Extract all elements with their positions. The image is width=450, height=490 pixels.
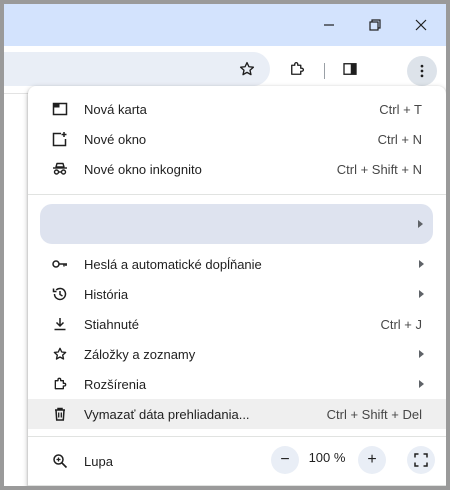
clear-data-label: Vymazať dáta prehliadania... xyxy=(84,406,250,422)
downloads-shortcut: Ctrl + J xyxy=(380,316,422,332)
main-menu-button[interactable] xyxy=(407,56,437,86)
menu-item-downloads[interactable]: Stiahnuté Ctrl + J xyxy=(28,309,446,339)
incognito-icon xyxy=(50,159,70,179)
menu-separator xyxy=(28,485,446,486)
chevron-right-icon xyxy=(419,260,424,268)
menu-item-clear-data[interactable]: Vymazať dáta prehliadania... Ctrl + Shif… xyxy=(28,399,446,429)
side-panel-icon xyxy=(343,63,357,75)
close-icon xyxy=(415,19,427,31)
chevron-right-icon xyxy=(419,380,424,388)
menu-item-passwords[interactable]: Heslá a automatické dopĺňanie xyxy=(28,249,446,279)
new-tab-label: Nová karta xyxy=(84,101,147,117)
minimize-button[interactable] xyxy=(306,4,352,46)
chevron-right-icon xyxy=(419,290,424,298)
bookmarks-label: Záložky a zoznamy xyxy=(84,346,196,362)
history-icon xyxy=(50,284,70,304)
restore-button[interactable] xyxy=(352,4,398,46)
fullscreen-button[interactable] xyxy=(407,446,435,474)
zoom-out-button[interactable]: − xyxy=(271,446,299,474)
passwords-label: Heslá a automatické dopĺňanie xyxy=(84,256,262,272)
restore-icon xyxy=(369,19,381,31)
key-icon xyxy=(50,254,70,274)
new-window-label: Nové okno xyxy=(84,131,147,147)
title-bar xyxy=(4,4,446,46)
minimize-icon xyxy=(324,24,334,26)
zoom-icon xyxy=(50,451,70,471)
zoom-level: 100 % xyxy=(308,450,346,465)
zoom-in-button[interactable]: + xyxy=(358,446,386,474)
profile-button[interactable] xyxy=(40,204,433,244)
new-window-shortcut: Ctrl + N xyxy=(377,131,422,147)
menu-separator xyxy=(28,194,446,195)
close-window-button[interactable] xyxy=(398,4,444,46)
three-dots-icon xyxy=(420,64,424,78)
menu-item-new-window[interactable]: Nové okno Ctrl + N xyxy=(28,124,446,154)
new-tab-shortcut: Ctrl + T xyxy=(379,101,422,117)
new-window-icon xyxy=(50,129,70,149)
history-label: História xyxy=(84,286,129,302)
chevron-right-icon xyxy=(419,350,424,358)
menu-separator xyxy=(28,436,446,437)
menu-item-incognito[interactable]: Nové okno inkognito Ctrl + Shift + N xyxy=(28,154,446,184)
incognito-label: Nové okno inkognito xyxy=(84,161,202,177)
plus-icon: + xyxy=(367,451,377,468)
trash-icon xyxy=(50,404,70,424)
new-tab-icon xyxy=(50,99,70,119)
chevron-right-icon xyxy=(418,220,423,228)
download-icon xyxy=(50,314,70,334)
clear-data-shortcut: Ctrl + Shift + Del xyxy=(326,406,422,422)
zoom-label: Lupa xyxy=(84,453,113,469)
puzzle-icon xyxy=(291,62,304,75)
app-menu: Nová karta Ctrl + T Nové okno Ctrl + N N… xyxy=(28,86,446,486)
bookmark-star-button[interactable] xyxy=(232,54,262,84)
address-bar[interactable] xyxy=(4,52,270,86)
toolbar-divider xyxy=(324,63,325,79)
menu-item-new-tab[interactable]: Nová karta Ctrl + T xyxy=(28,94,446,124)
incognito-shortcut: Ctrl + Shift + N xyxy=(336,161,422,177)
extensions-button[interactable] xyxy=(282,54,312,84)
downloads-label: Stiahnuté xyxy=(84,316,139,332)
extensions-label: Rozšírenia xyxy=(84,376,147,392)
menu-item-history[interactable]: História xyxy=(28,279,446,309)
star-icon xyxy=(239,61,255,76)
side-panel-button[interactable] xyxy=(335,54,365,84)
browser-window: Nová karta Ctrl + T Nové okno Ctrl + N N… xyxy=(4,4,446,486)
puzzle-icon xyxy=(50,374,70,394)
star-icon xyxy=(50,344,70,364)
menu-item-bookmarks[interactable]: Záložky a zoznamy xyxy=(28,339,446,369)
menu-item-extensions[interactable]: Rozšírenia xyxy=(28,369,446,399)
minus-icon: − xyxy=(280,451,290,468)
fullscreen-icon xyxy=(414,453,428,467)
